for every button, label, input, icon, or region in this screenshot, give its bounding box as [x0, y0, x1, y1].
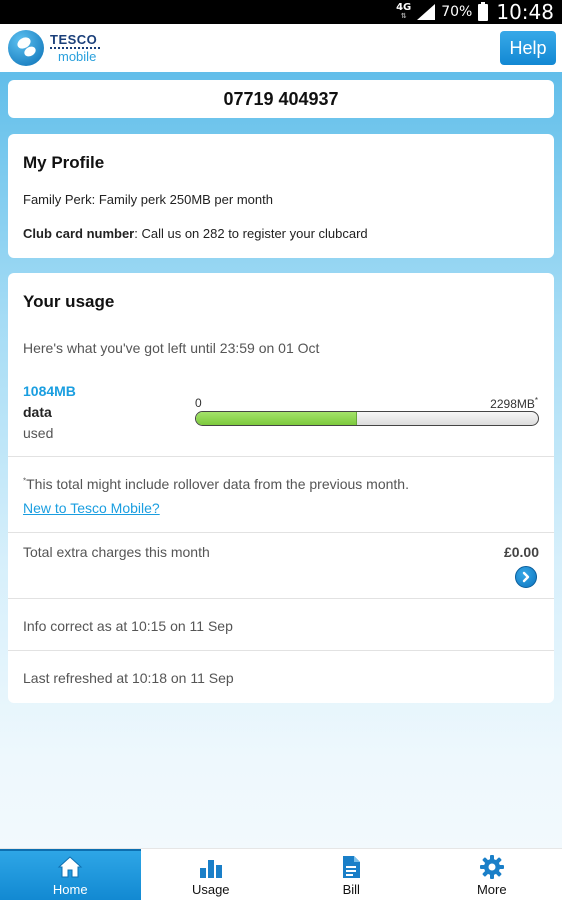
signal-icon: [417, 4, 436, 20]
nav-bill-label: Bill: [342, 882, 360, 897]
profile-title: My Profile: [23, 153, 105, 172]
phone-number: 07719 404937: [223, 88, 339, 109]
nav-more[interactable]: More: [422, 849, 562, 900]
gear-icon: [479, 854, 505, 880]
profile-card: My Profile Family Perk: Family perk 250M…: [8, 134, 554, 258]
logo-wordmark: TESCO mobile: [50, 33, 100, 63]
divider: [8, 650, 554, 651]
divider: [8, 456, 554, 457]
logo-sub: mobile: [58, 49, 97, 64]
usage-title: Your usage: [23, 292, 115, 311]
usage-bar-min: 0: [195, 396, 202, 410]
new-to-tesco-link[interactable]: New to Tesco Mobile?: [23, 500, 160, 516]
app-bar: TESCO mobile Help: [0, 24, 562, 72]
data-used-unit: data: [23, 404, 52, 420]
club-card-value: : Call us on 282 to register your clubca…: [134, 226, 368, 241]
data-used-label: used: [23, 425, 54, 441]
tesco-mobile-logo-icon: [8, 30, 44, 66]
nav-usage-label: Usage: [191, 882, 230, 897]
divider: [8, 598, 554, 599]
help-button[interactable]: Help: [500, 31, 556, 65]
club-card-text: Club card number: Call us on 282 to regi…: [23, 226, 368, 241]
usage-bar-max-marker: *: [534, 396, 538, 405]
status-bar: 4G ⇅ 70% 10:48: [0, 0, 562, 24]
extra-charges-arrow-button[interactable]: [515, 566, 537, 588]
usage-card: Your usage Here's what you've got left u…: [8, 273, 554, 703]
usage-bar-max-value: 2298MB: [490, 397, 535, 411]
battery-icon: [478, 1, 489, 21]
document-icon: [341, 854, 361, 880]
data-activity-icon: ⇅: [400, 12, 407, 20]
tesco-mobile-logo: TESCO mobile: [8, 30, 100, 66]
nav-usage[interactable]: Usage: [141, 849, 282, 900]
chevron-right-icon: [522, 571, 530, 583]
club-card-label: Club card number: [23, 226, 135, 241]
rollover-note: *This total might include rollover data …: [23, 476, 409, 492]
clock: 10:48: [496, 0, 554, 24]
usage-intro: Here's what you've got left until 23:59 …: [23, 340, 320, 356]
last-refreshed-text: Last refreshed at 10:18 on 11 Sep: [23, 670, 234, 686]
nav-more-label: More: [476, 882, 507, 897]
extra-charges-label: Total extra charges this month: [23, 544, 210, 560]
phone-number-card: 07719 404937: [8, 80, 554, 118]
data-used-amount: 1084MB: [23, 383, 76, 399]
extra-charges-value: £0.00: [503, 544, 539, 560]
nav-bill[interactable]: Bill: [281, 849, 422, 900]
logo-brand: TESCO: [50, 32, 98, 47]
rollover-note-text: This total might include rollover data f…: [26, 476, 409, 492]
family-perk-text: Family Perk: Family perk 250MB per month: [23, 192, 273, 207]
nav-home[interactable]: Home: [0, 849, 141, 900]
divider: [8, 532, 554, 533]
nav-home-label: Home: [52, 882, 88, 897]
home-icon: [57, 854, 83, 880]
bottom-nav: Home Usage Bill More: [0, 848, 562, 900]
usage-progress-bar: [195, 411, 539, 426]
usage-progress-fill: [196, 412, 358, 425]
usage-bar-max: 2298MB*: [490, 396, 538, 411]
info-correct-text: Info correct as at 10:15 on 11 Sep: [23, 618, 233, 634]
network-indicator: 4G ⇅: [396, 3, 411, 21]
battery-percent: 70%: [441, 4, 473, 20]
bar-chart-icon: [199, 854, 223, 880]
